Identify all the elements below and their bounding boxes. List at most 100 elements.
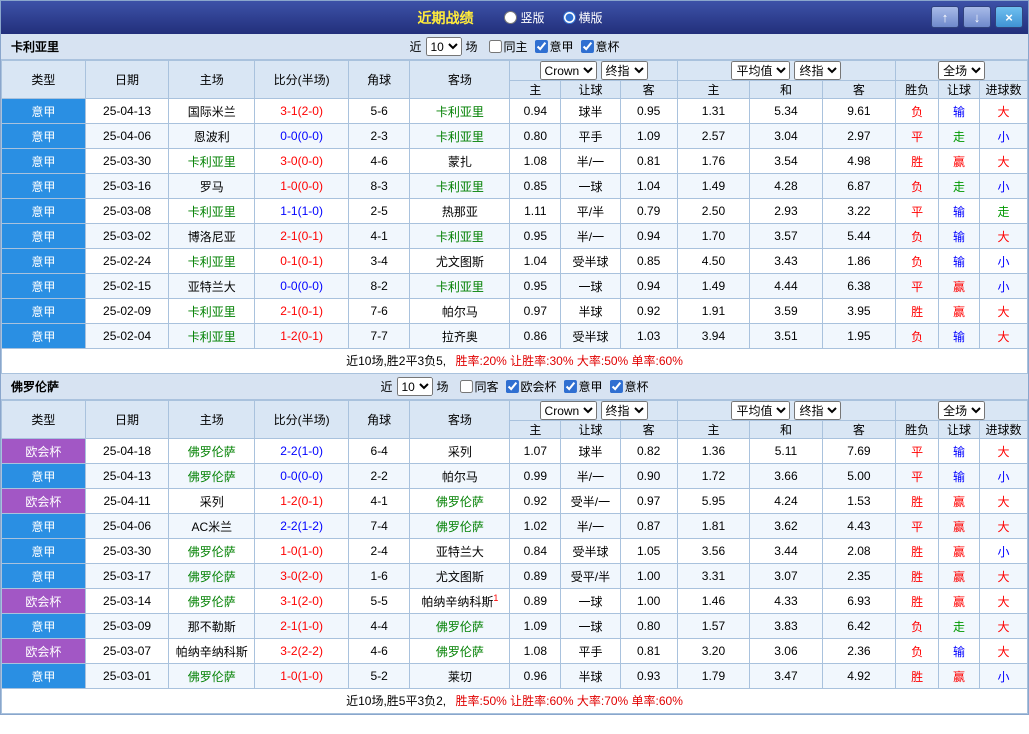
filter-checkbox[interactable]: 意甲 — [563, 378, 603, 395]
result-goals-total: 小 — [978, 173, 1029, 199]
filter-checkbox[interactable]: 同客 — [459, 378, 499, 395]
competition-badge: 意甲 — [1, 198, 86, 224]
handicap-home-odds: 1.02 — [509, 513, 562, 539]
bookmaker-index-select[interactable]: 终指 — [600, 61, 648, 80]
euro-draw-odds: 3.44 — [749, 538, 823, 564]
handicap-away-odds: 0.85 — [619, 248, 678, 274]
result-win-draw-loss: 胜 — [895, 563, 940, 589]
col-header-eu-draw: 和 — [749, 420, 823, 439]
euro-away-odds: 3.22 — [821, 198, 897, 224]
euro-draw-odds: 3.43 — [749, 248, 823, 274]
competition-badge: 意甲 — [1, 323, 86, 349]
col-header-ah-line: 让球 — [560, 80, 621, 99]
euro-away-odds: 4.43 — [821, 513, 897, 539]
away-team: 卡利亚里 — [409, 173, 511, 199]
checkbox-input[interactable] — [459, 380, 473, 393]
handicap-away-odds: 0.82 — [619, 438, 678, 464]
average-select[interactable]: 平均值 — [731, 61, 791, 80]
match-date: 25-04-06 — [84, 123, 170, 149]
match-date: 25-03-01 — [84, 663, 170, 689]
match-count-select[interactable]: 10 — [425, 37, 462, 56]
corners: 7-4 — [348, 513, 411, 539]
filter-checkbox[interactable]: 意杯 — [609, 378, 649, 395]
col-header-ah-home: 主 — [509, 420, 562, 439]
checkbox-input[interactable] — [534, 40, 548, 53]
corners: 4-6 — [348, 148, 411, 174]
col-header-corners: 角球 — [348, 400, 411, 439]
result-goals-total: 小 — [978, 538, 1029, 564]
layout-radio-horizontal[interactable]: 横版 — [562, 9, 603, 26]
match-row: 意甲 25-04-06 恩波利 0-0(0-0) 2-3 卡利亚里 0.80 平手 1.09 2.… — [1, 123, 1029, 149]
scope-select[interactable]: 全场 — [938, 401, 986, 420]
col-header-result-handicap: 让球 — [938, 80, 980, 99]
summary-rates: 胜率:20% 让胜率:30% 大率:50% 单率:60% — [455, 354, 683, 368]
score-halftime: 1-1(1-0) — [254, 198, 350, 224]
competition-badge: 意甲 — [1, 538, 86, 564]
filter-checkbox[interactable]: 欧会杯 — [505, 378, 557, 395]
match-row: 意甲 25-03-16 罗马 1-0(0-0) 8-3 卡利亚里 0.85 一球 1.04 1.4… — [1, 173, 1029, 199]
handicap-home-odds: 0.92 — [509, 488, 562, 514]
average-index-select[interactable]: 终指 — [794, 61, 842, 80]
score-halftime: 0-1(0-1) — [254, 248, 350, 274]
competition-badge: 欧会杯 — [1, 438, 86, 464]
competition-badge: 欧会杯 — [1, 638, 86, 664]
handicap-line: 一球 — [560, 613, 621, 639]
match-row: 意甲 25-03-02 博洛尼亚 2-1(0-1) 4-1 卡利亚里 0.95 半/一 0.94… — [1, 223, 1029, 249]
result-goals-total: 走 — [978, 198, 1029, 224]
handicap-home-odds: 1.08 — [509, 148, 562, 174]
filter-checkbox[interactable]: 意杯 — [580, 38, 620, 55]
handicap-line: 平手 — [560, 123, 621, 149]
match-date: 25-03-02 — [84, 223, 170, 249]
close-button[interactable]: × — [995, 6, 1023, 28]
match-date: 25-03-30 — [84, 148, 170, 174]
average-odds-header: 平均值 终指 — [676, 60, 897, 81]
move-down-button[interactable]: ↓ — [963, 6, 991, 28]
euro-home-odds: 3.20 — [676, 638, 751, 664]
col-header-ah-away: 客 — [619, 80, 678, 99]
move-up-button[interactable]: ↑ — [931, 6, 959, 28]
corners: 2-5 — [348, 198, 411, 224]
euro-home-odds: 1.70 — [676, 223, 751, 249]
bookmaker-select[interactable]: Crown — [539, 61, 597, 80]
scope-select[interactable]: 全场 — [938, 61, 986, 80]
euro-away-odds: 2.08 — [821, 538, 897, 564]
match-row: 意甲 25-03-08 卡利亚里 1-1(1-0) 2-5 热那亚 1.11 平/半 0.79 2… — [1, 198, 1029, 224]
filter-checkbox[interactable]: 同主 — [488, 38, 528, 55]
handicap-home-odds: 1.07 — [509, 438, 562, 464]
checkbox-input[interactable] — [505, 380, 519, 393]
match-row: 意甲 25-03-30 佛罗伦萨 1-0(1-0) 2-4 亚特兰大 0.84 受半球 1.05… — [1, 538, 1029, 564]
result-win-draw-loss: 负 — [895, 98, 940, 124]
home-team: 采列 — [168, 488, 256, 514]
bookmaker-index-select[interactable]: 终指 — [600, 401, 648, 420]
home-team: 卡利亚里 — [168, 148, 256, 174]
vertical-layout-radio[interactable] — [504, 11, 518, 24]
handicap-home-odds: 0.86 — [509, 323, 562, 349]
col-header-result-handicap: 让球 — [938, 420, 980, 439]
checkbox-input[interactable] — [609, 380, 623, 393]
horizontal-layout-radio[interactable] — [562, 11, 576, 24]
summary-record: 近10场,胜2平3负5, — [346, 354, 447, 368]
checkbox-input[interactable] — [580, 40, 594, 53]
result-goals-total: 大 — [978, 323, 1029, 349]
average-select[interactable]: 平均值 — [731, 401, 791, 420]
result-goals-total: 小 — [978, 123, 1029, 149]
result-handicap: 赢 — [938, 563, 980, 589]
match-date: 25-03-14 — [84, 588, 170, 614]
score-halftime: 1-0(0-0) — [254, 173, 350, 199]
average-index-select[interactable]: 终指 — [794, 401, 842, 420]
col-header-date: 日期 — [84, 60, 170, 99]
result-handicap: 走 — [938, 123, 980, 149]
layout-radio-vertical[interactable]: 竖版 — [504, 9, 545, 26]
checkbox-input[interactable] — [563, 380, 577, 393]
home-team: 佛罗伦萨 — [168, 563, 256, 589]
handicap-away-odds: 1.00 — [619, 563, 678, 589]
away-team: 帕纳辛纳科斯1 — [409, 588, 511, 614]
bookmaker-select[interactable]: Crown — [539, 401, 597, 420]
handicap-away-odds: 0.81 — [619, 148, 678, 174]
home-team: 亚特兰大 — [168, 273, 256, 299]
checkbox-input[interactable] — [488, 40, 502, 53]
filter-checkbox[interactable]: 意甲 — [534, 38, 574, 55]
home-team: 卡利亚里 — [168, 323, 256, 349]
match-count-select[interactable]: 10 — [396, 377, 433, 396]
euro-draw-odds: 3.54 — [749, 148, 823, 174]
